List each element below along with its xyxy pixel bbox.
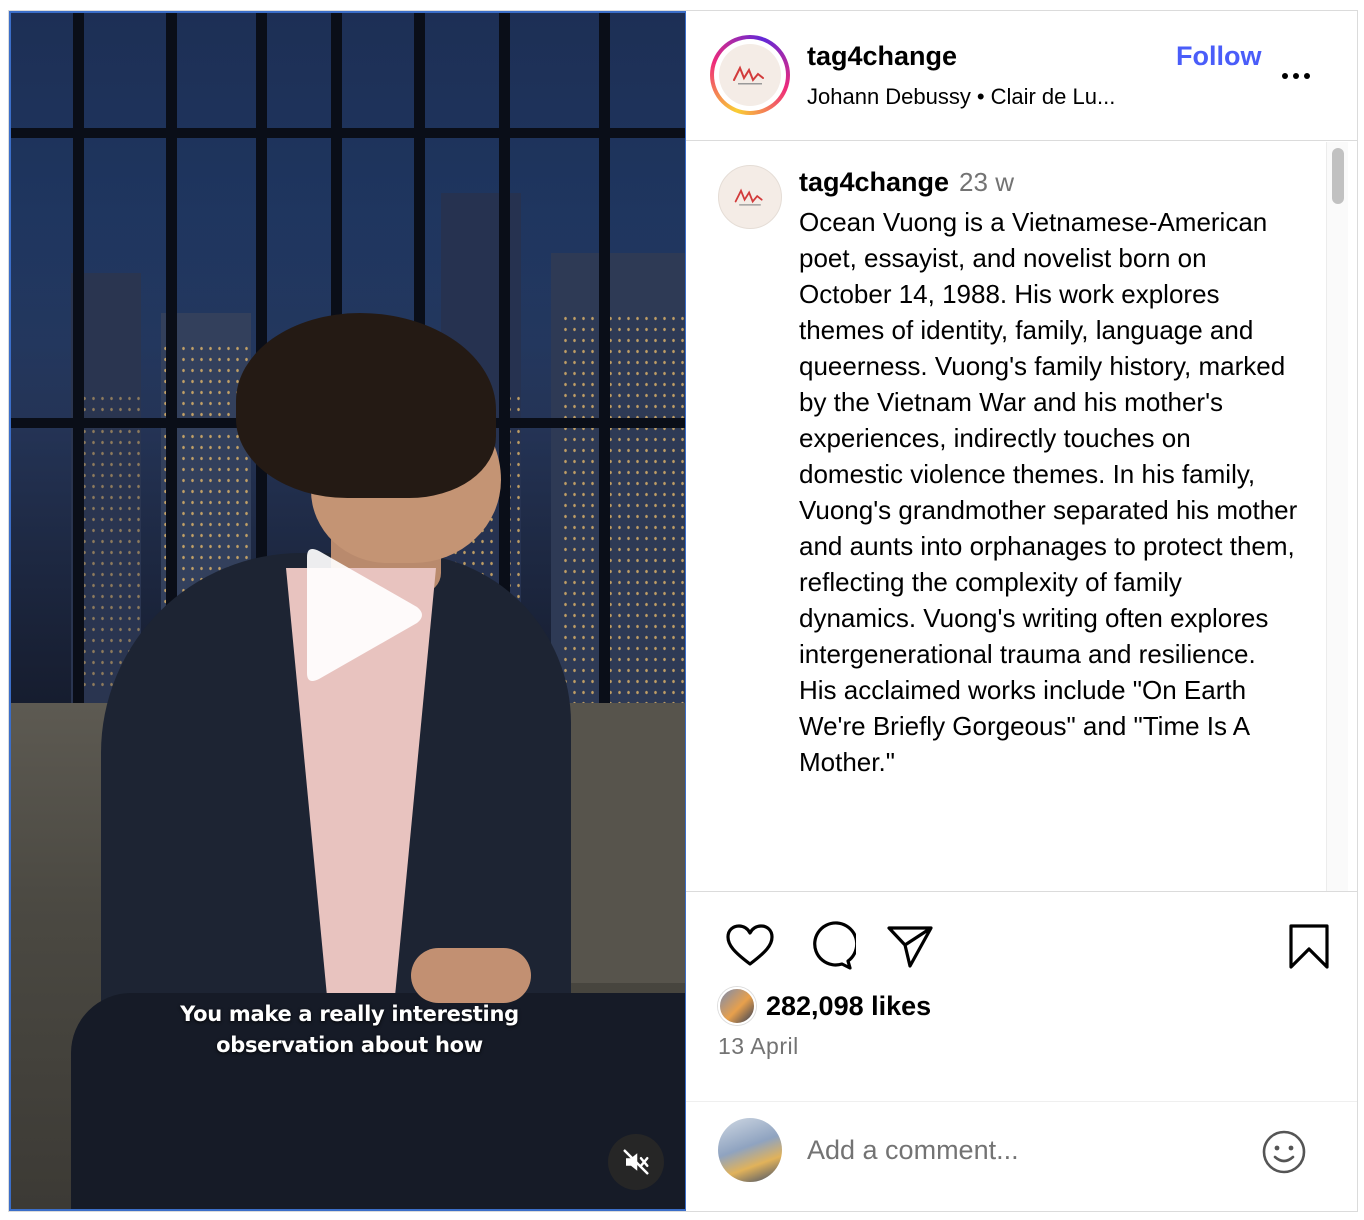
comment-icon[interactable]: [804, 921, 856, 973]
caption-header: tag4change 23 w: [799, 167, 1014, 198]
audio-track: Clair de Lu...: [990, 84, 1116, 109]
comment-composer: [686, 1101, 1357, 1211]
follow-button[interactable]: Follow: [1176, 41, 1261, 72]
brand-logo-icon: [734, 188, 763, 206]
comment-input[interactable]: [807, 1128, 1227, 1172]
current-user-avatar: [718, 1118, 782, 1182]
caption-scrollbar[interactable]: [1326, 142, 1348, 891]
audio-track-link[interactable]: Johann Debussy • Clair de Lu...: [807, 84, 1115, 110]
subtitle-line-2: observation about how: [216, 1033, 483, 1057]
mute-button[interactable]: [608, 1134, 664, 1190]
audio-separator: •: [976, 84, 985, 109]
more-options-icon[interactable]: [1282, 63, 1318, 89]
muted-speaker-icon: [623, 1149, 649, 1175]
caption-text: Ocean Vuong is a Vietnamese-American poe…: [799, 207, 1298, 777]
post-sidebar: tag4change Johann Debussy • Clair de Lu...…: [686, 11, 1357, 1211]
caption-section: tag4change 23 w Ocean Vuong is a Vietname…: [686, 142, 1357, 892]
likes-row: 282,098 likes: [718, 984, 931, 1028]
emoji-icon[interactable]: [1260, 1128, 1308, 1176]
scrollbar-thumb[interactable]: [1332, 148, 1344, 204]
post-date[interactable]: 13 April: [718, 1033, 799, 1060]
caption-avatar[interactable]: [718, 165, 782, 229]
video-subtitles: You make a really interesting observatio…: [11, 999, 685, 1061]
heart-icon[interactable]: [724, 921, 776, 973]
caption-username[interactable]: tag4change: [799, 167, 949, 197]
subtitle-line-1: You make a really interesting: [180, 1002, 519, 1026]
share-icon[interactable]: [884, 921, 936, 973]
play-icon[interactable]: [293, 541, 443, 691]
caption-time[interactable]: 23 w: [959, 167, 1014, 197]
username-link[interactable]: tag4change: [807, 41, 957, 72]
reel-video[interactable]: You make a really interesting observatio…: [9, 11, 686, 1211]
audio-artist: Johann Debussy: [807, 84, 971, 109]
profile-avatar[interactable]: [710, 35, 790, 115]
save-bookmark-icon[interactable]: [1283, 921, 1335, 973]
likes-count[interactable]: 282,098 likes: [766, 991, 931, 1022]
action-bar: [686, 893, 1357, 993]
post-dialog: You make a really interesting observatio…: [8, 10, 1358, 1212]
liker-avatar[interactable]: [718, 987, 756, 1025]
post-header: tag4change Johann Debussy • Clair de Lu...…: [686, 11, 1357, 141]
brand-logo-icon: [733, 65, 764, 85]
